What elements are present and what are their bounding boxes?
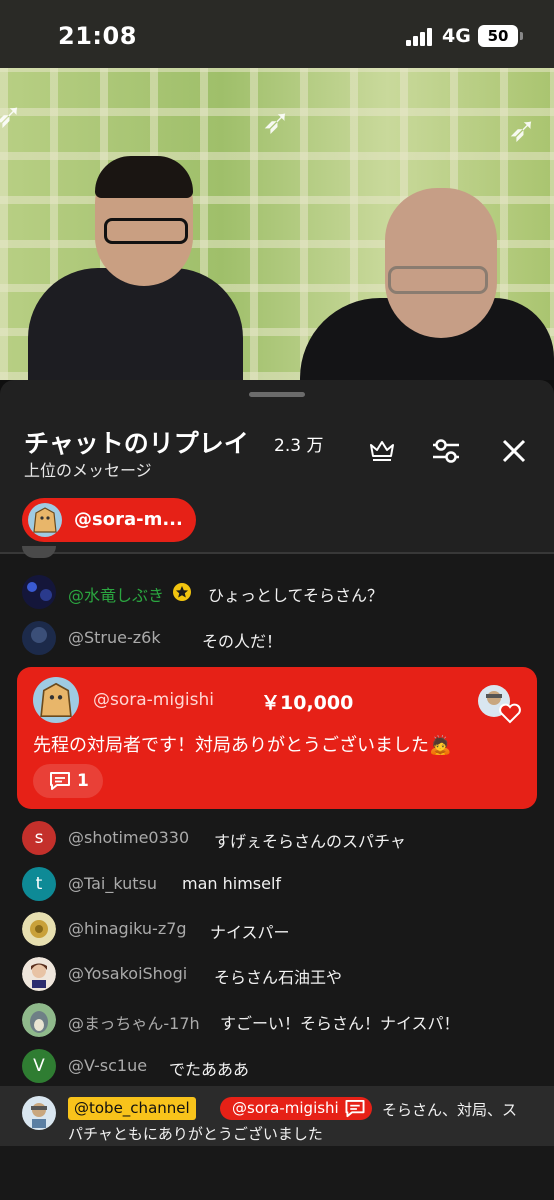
chat-author: @hinagiku-z7g (68, 919, 187, 938)
bird-decoration: ➶ (262, 102, 291, 142)
member-badge-icon (173, 583, 191, 601)
chat-text: でたあああ (169, 1060, 250, 1079)
chat-author: @shotime0330 (68, 828, 190, 847)
superchat-amount: ￥10,000 (261, 692, 354, 714)
panel-title: チャットのリプレイ (24, 429, 249, 458)
bird-decoration: ➶ (0, 96, 23, 136)
chat-author: @水竜しぶき (68, 586, 165, 605)
avatar (22, 912, 56, 946)
chat-author: @YosakoiShogi (68, 964, 188, 983)
person-left-hair (95, 156, 193, 198)
chat-author: @Tai_kutsu (68, 874, 158, 893)
avatar (22, 575, 56, 609)
owner-message-text: そらさん、対局、ス (382, 1101, 518, 1119)
chat-author: @まっちゃん-17h (68, 1014, 200, 1033)
avatar (22, 1003, 56, 1037)
superchat-author: @sora-migishi (93, 690, 214, 710)
super-chat-card[interactable]: @sora-migishi ￥10,000 先程の対局者です！対局ありがとうござ… (17, 667, 537, 809)
bird-decoration: ➶ (508, 110, 537, 150)
signal-icon (406, 28, 432, 46)
mention-chip[interactable]: @sora-migishi (220, 1097, 372, 1120)
drag-handle[interactable] (249, 392, 305, 397)
chat-text: すげぇそらさんのスパチャ (214, 832, 406, 851)
mention-label: @sora-migishi (232, 1099, 339, 1117)
chat-author: @V-sc1ue (68, 1056, 148, 1075)
video-player[interactable]: ➶ ➶ ➶ (0, 68, 554, 380)
network-type: 4G (442, 25, 471, 47)
person-left-glasses (104, 218, 188, 244)
owner-message-text-cont: パチャともにありがとうございました (68, 1125, 323, 1143)
chat-text: その人だ！ (202, 632, 283, 651)
person-right-head (385, 188, 497, 338)
settings-sliders-icon[interactable] (431, 436, 461, 466)
reply-count-button[interactable]: 1 (33, 764, 103, 798)
comment-icon (345, 1099, 365, 1118)
chat-replay-panel: チャットのリプレイ 2.3 万 上位のメッセージ @sora-m... @水竜し… (0, 380, 554, 1200)
avatar (22, 957, 56, 991)
shogi-piece-avatar (28, 503, 62, 537)
chat-text: そらさん石油王や (214, 968, 343, 987)
reply-count: 1 (77, 771, 89, 791)
avatar (22, 621, 56, 655)
pinned-author: @sora-m... (74, 509, 183, 530)
pinned-superchat-chip[interactable]: @sora-m... (22, 498, 196, 542)
chat-text: すごーい！そらさん！ナイスパ！ (220, 1014, 460, 1033)
channel-owner-badge: @tobe_channel (68, 1097, 196, 1120)
crown-icon[interactable] (367, 436, 397, 466)
battery-icon: 50 (478, 25, 523, 47)
creator-heart-icon (478, 685, 521, 724)
close-icon[interactable] (499, 436, 529, 466)
chat-filter-label[interactable]: 上位のメッセージ (24, 457, 152, 481)
person-right-glasses (388, 266, 488, 294)
comment-icon (50, 772, 70, 790)
chat-text: man himself (182, 874, 282, 893)
chat-author: @Strue-z6k (68, 628, 161, 647)
chat-text: ナイスパー (210, 923, 290, 942)
superchat-text: 先程の対局者です！対局ありがとうございました🙇 (33, 735, 452, 756)
shogi-piece-avatar (33, 677, 79, 723)
message-count: 2.3 万 (274, 436, 324, 456)
clock: 21:08 (58, 22, 137, 50)
status-bar: 21:08 4G 50 (0, 0, 554, 68)
owner-avatar (22, 1096, 56, 1130)
avatar: s (22, 821, 56, 855)
avatar: V (22, 1049, 56, 1083)
chat-text: ひょっとしてそらさん？ (208, 586, 384, 605)
avatar: t (22, 867, 56, 901)
